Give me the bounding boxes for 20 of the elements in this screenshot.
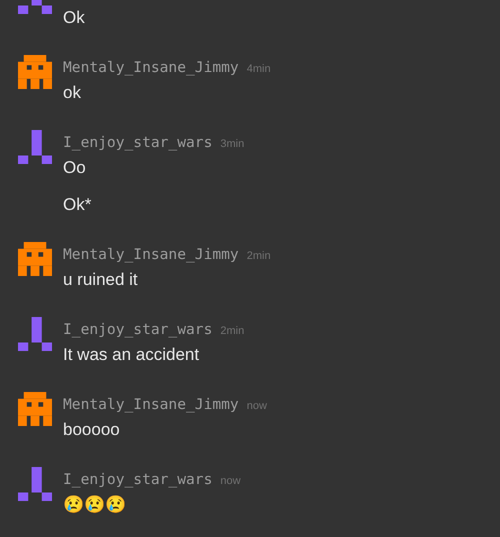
- message-text: It was an accident: [63, 345, 200, 364]
- message-text: Ok: [63, 8, 85, 27]
- timestamp: now: [220, 475, 241, 487]
- message-text: u ruined it: [63, 270, 138, 289]
- username: Mentaly_Insane_Jimmy: [63, 246, 239, 263]
- username: I_enjoy_star_wars: [63, 321, 212, 338]
- timestamp: 3min: [220, 138, 244, 150]
- username: I_enjoy_star_wars: [63, 134, 212, 151]
- username: I_enjoy_star_wars: [63, 471, 212, 488]
- timestamp: 2min: [220, 325, 244, 337]
- timestamp: now: [246, 400, 267, 412]
- username: Mentaly_Insane_Jimmy: [63, 59, 239, 76]
- message-text: Oo: [63, 158, 86, 177]
- message-text: Ok*: [63, 195, 92, 214]
- timestamp: 2min: [246, 250, 271, 262]
- message-text: booooo: [63, 420, 120, 439]
- message-text: 😢😢😢: [63, 495, 126, 514]
- message-text: ok: [63, 83, 81, 102]
- timestamp: 4min: [246, 63, 271, 75]
- username: Mentaly_Insane_Jimmy: [63, 396, 239, 413]
